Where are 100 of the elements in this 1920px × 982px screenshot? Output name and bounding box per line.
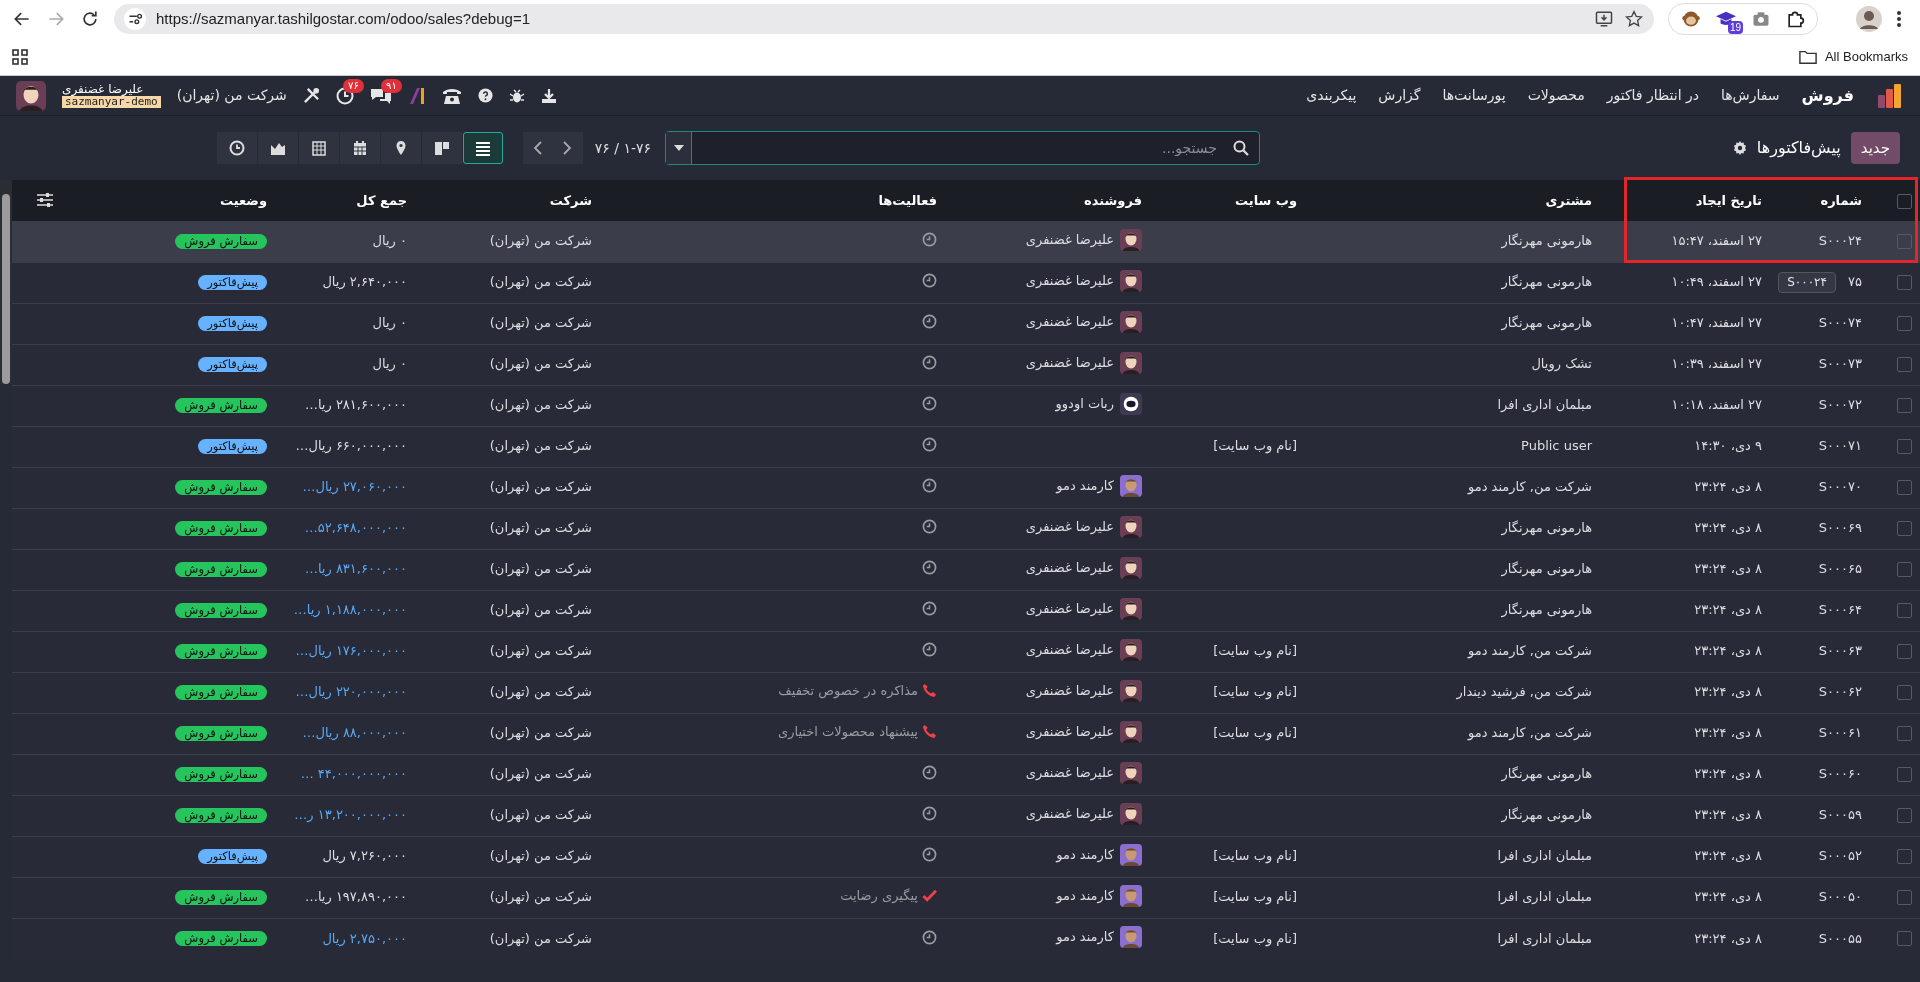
menu-item[interactable]: محصولات [1527, 85, 1585, 106]
column-header[interactable]: تاریخ ایجاد [1695, 192, 1762, 208]
bug-icon[interactable] [508, 87, 525, 104]
view-switch-button[interactable] [257, 132, 298, 164]
salesperson-avatar[interactable] [1120, 515, 1142, 538]
view-switch-button[interactable] [462, 132, 503, 164]
site-settings-icon[interactable] [124, 8, 146, 30]
menu-item[interactable]: پورسانت‌ها [1442, 85, 1506, 106]
salesperson-avatar[interactable] [1120, 597, 1142, 620]
clock-icon[interactable] [922, 355, 937, 371]
order-number[interactable]: S۰۰۰۶۱ [1818, 725, 1862, 741]
salesperson-avatar[interactable] [1120, 720, 1142, 743]
search-field[interactable]: جستجو... [692, 132, 1223, 164]
salesperson-avatar[interactable] [1120, 843, 1142, 866]
column-header[interactable]: فعالیت‌ها [878, 192, 937, 208]
search-bar[interactable]: جستجو... [665, 131, 1260, 165]
column-header[interactable]: وب سایت [1235, 192, 1297, 208]
checkbox[interactable] [1897, 726, 1912, 741]
salesperson-avatar[interactable] [1120, 679, 1142, 702]
order-number[interactable]: S۰۰۰۷۰ [1818, 479, 1862, 495]
checkbox[interactable] [1897, 931, 1912, 947]
phone-icon[interactable] [922, 724, 937, 740]
view-switch-button[interactable] [380, 132, 421, 164]
company-switcher[interactable]: شرکت من (تهران) [176, 85, 287, 106]
order-number[interactable]: S۰۰۰۵۹ [1818, 807, 1862, 823]
salesperson-avatar[interactable] [1120, 392, 1142, 415]
salesperson-avatar[interactable] [1120, 310, 1142, 333]
clock-icon[interactable] [922, 437, 937, 453]
checkbox[interactable] [1897, 275, 1912, 290]
order-number[interactable]: S۰۰۰۶۲ [1818, 684, 1862, 700]
checkbox[interactable] [1897, 808, 1912, 823]
view-switch-button[interactable] [339, 132, 380, 164]
column-header[interactable]: وضعیت [219, 192, 267, 208]
order-number[interactable]: S۰۰۰۶۳ [1818, 643, 1862, 659]
checkbox[interactable] [1897, 521, 1912, 536]
folder-icon[interactable] [1798, 48, 1817, 65]
clock-icon[interactable] [922, 642, 937, 658]
column-header[interactable]: فروشنده [1084, 192, 1142, 208]
clock-icon[interactable] [922, 806, 937, 822]
order-number[interactable]: S۰۰۰۷۳ [1818, 356, 1862, 372]
kebab-menu-icon[interactable] [1896, 9, 1902, 29]
user-avatar[interactable] [16, 80, 46, 111]
checkbox[interactable] [1897, 767, 1912, 782]
user-name[interactable]: علیرضا غضنفری [62, 82, 144, 97]
column-header[interactable]: شماره [1820, 192, 1862, 208]
ai-logo-icon[interactable] [407, 86, 426, 105]
salesperson-avatar[interactable] [1120, 802, 1142, 825]
view-switch-button[interactable] [421, 132, 462, 164]
clock-icon[interactable] [922, 273, 937, 289]
checkbox[interactable] [1897, 398, 1912, 413]
clock-icon[interactable] [922, 396, 937, 412]
order-number[interactable]: S۰۰۰۶۵ [1818, 561, 1862, 577]
order-number[interactable]: S۰۰۰۷۱ [1818, 438, 1862, 454]
view-switch-button[interactable] [216, 132, 257, 164]
checkbox[interactable] [1897, 603, 1912, 618]
order-number[interactable]: S۰۰۰۷۲ [1818, 397, 1862, 413]
order-number[interactable]: S۰۰۰۵۲ [1818, 848, 1862, 864]
salesperson-avatar[interactable] [1120, 638, 1142, 661]
salesperson-avatar[interactable] [1120, 884, 1142, 907]
order-number[interactable]: S۰۰۰۵۵ [1818, 930, 1862, 946]
camera-icon[interactable] [1751, 9, 1771, 29]
star-icon[interactable] [1624, 9, 1644, 29]
clock-icon[interactable] [922, 478, 937, 494]
search-icon[interactable] [1233, 140, 1249, 156]
apps-grid-icon[interactable] [12, 48, 28, 65]
reload-icon[interactable] [80, 9, 100, 29]
scrollbar-thumb[interactable] [2, 194, 10, 384]
order-number[interactable]: S۰۰۰۲۴ [1818, 233, 1862, 249]
salesperson-avatar[interactable] [1120, 351, 1142, 374]
checkbox[interactable] [1897, 562, 1912, 577]
clock-icon[interactable] [922, 765, 937, 781]
menu-item[interactable]: سفارش‌ها [1720, 85, 1780, 106]
menu-item[interactable]: گزارش [1378, 85, 1421, 106]
pager-value[interactable]: ۱-۷۶ / ۷۶ [594, 137, 651, 159]
tools-icon[interactable] [302, 87, 320, 104]
checkbox[interactable] [1897, 193, 1912, 209]
column-settings-icon[interactable] [36, 192, 54, 209]
clock-icon[interactable] [922, 314, 937, 330]
view-switch-button[interactable] [298, 132, 339, 164]
install-icon[interactable] [1594, 9, 1614, 29]
checkbox[interactable] [1897, 849, 1912, 864]
check-icon[interactable] [922, 888, 937, 904]
clock-icon[interactable] [922, 847, 937, 863]
new-button[interactable]: جدید [1850, 131, 1900, 165]
search-options-toggle[interactable] [666, 132, 692, 164]
monkey-icon[interactable] [1681, 9, 1701, 29]
checkbox[interactable] [1897, 439, 1912, 454]
menu-item[interactable]: در انتظار فاکتور [1606, 85, 1699, 106]
column-header[interactable]: شرکت [549, 192, 592, 208]
settings-icon[interactable] [1732, 141, 1747, 155]
bookmarks-link[interactable]: All Bookmarks [1824, 46, 1908, 67]
salesperson-avatar[interactable] [1120, 474, 1142, 497]
order-number[interactable]: S۰۰۰۶۰ [1818, 766, 1862, 782]
order-number[interactable]: ۷۵ [1848, 274, 1862, 290]
checkbox[interactable] [1897, 357, 1912, 372]
checkbox[interactable] [1897, 890, 1912, 905]
telephone-icon[interactable] [441, 86, 462, 105]
column-header[interactable]: مشتری [1545, 192, 1592, 208]
clock-icon[interactable] [922, 929, 937, 945]
salesperson-avatar[interactable] [1120, 926, 1142, 949]
